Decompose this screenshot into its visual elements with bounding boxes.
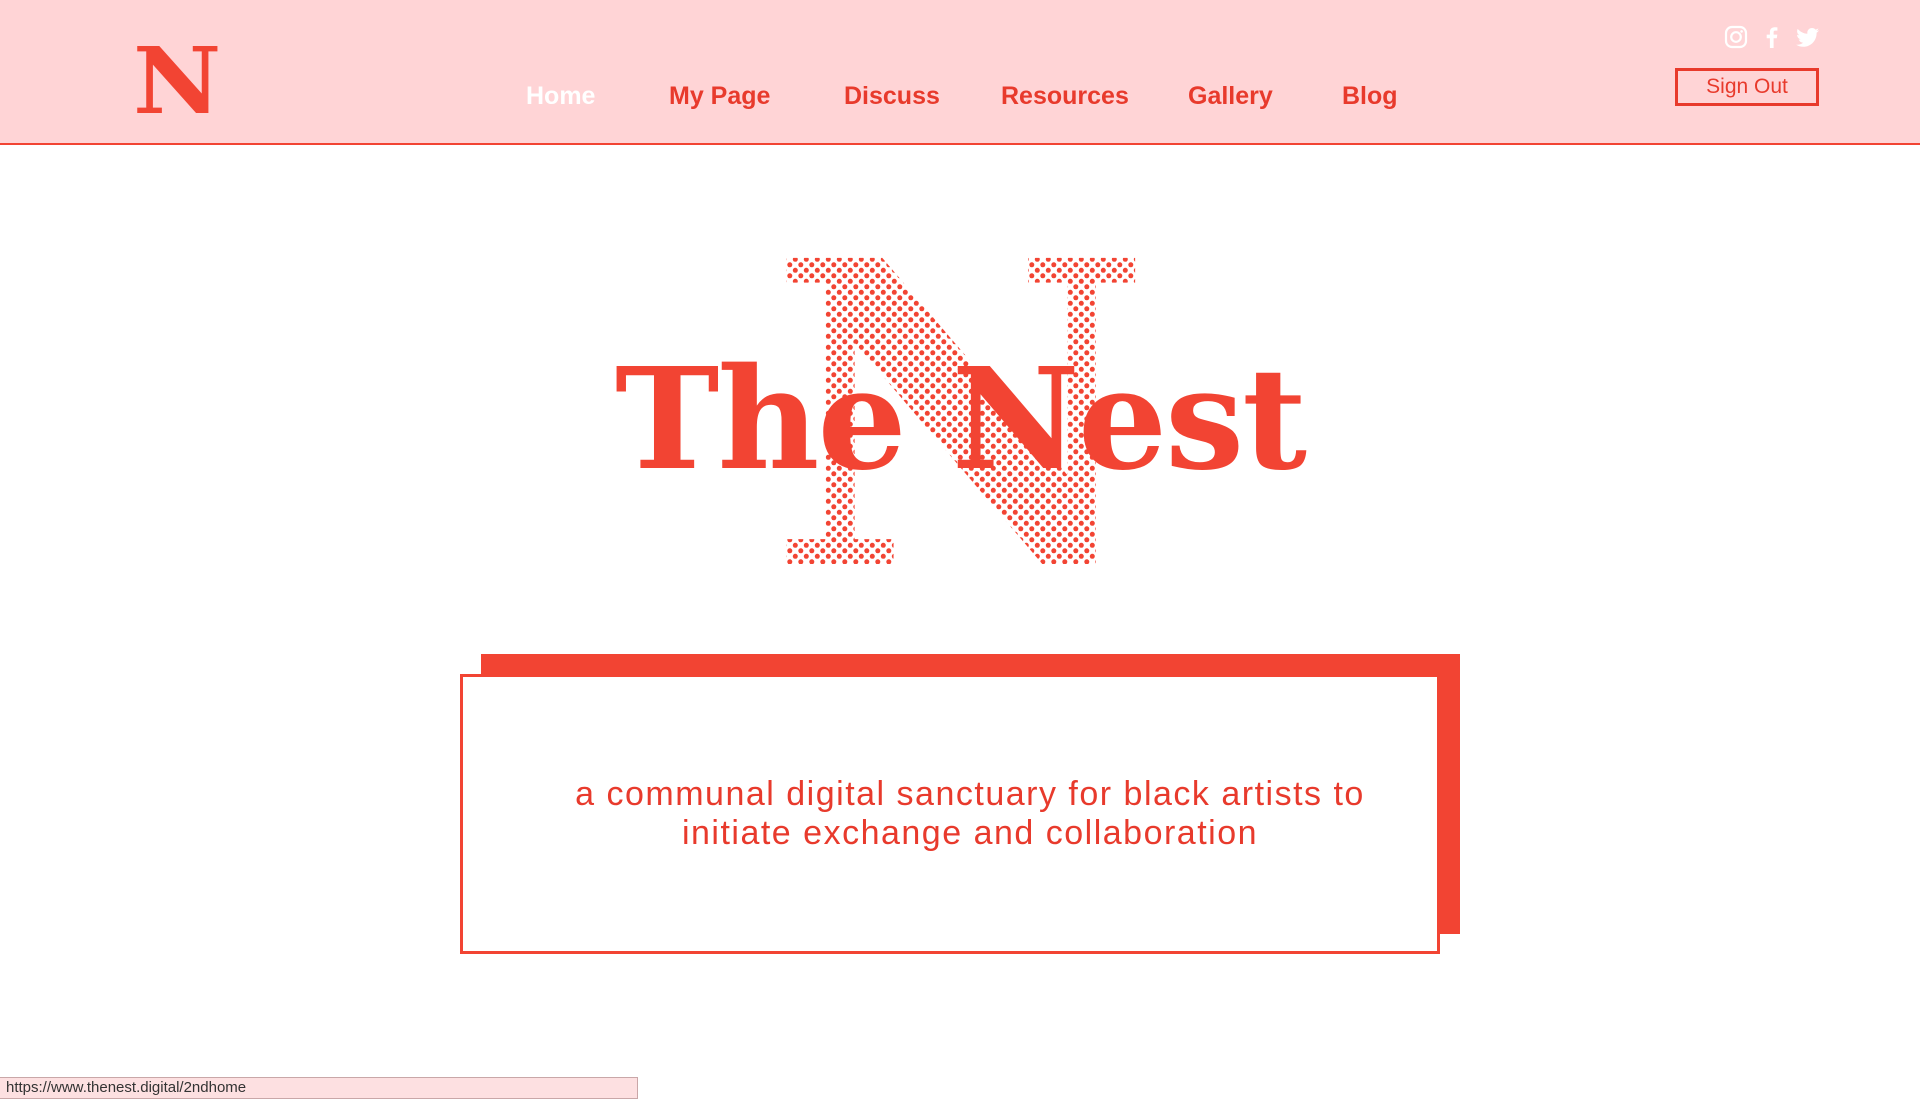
hero-title: The Nest — [615, 338, 1306, 502]
site-header: N Home My Page Discuss Resources Gallery… — [0, 0, 1920, 145]
main-nav: Home My Page Discuss Resources Gallery B… — [0, 82, 1920, 116]
tagline-text: a communal digital sanctuary for black a… — [463, 775, 1437, 853]
nav-item-my-page[interactable]: My Page — [669, 82, 770, 111]
nav-item-home[interactable]: Home — [526, 82, 595, 111]
tagline-line-2: initiate exchange and collaboration — [681, 814, 1259, 852]
nav-item-resources[interactable]: Resources — [1001, 82, 1129, 111]
nav-item-discuss[interactable]: Discuss — [844, 82, 940, 111]
social-links — [1723, 24, 1823, 50]
status-bar-url: https://www.thenest.digital/2ndhome — [0, 1077, 638, 1099]
instagram-icon[interactable] — [1723, 24, 1749, 50]
tagline-line-1: a communal digital sanctuary for black a… — [575, 775, 1365, 813]
sign-out-button[interactable]: Sign Out — [1675, 68, 1819, 106]
twitter-icon[interactable] — [1795, 24, 1821, 50]
tagline-box: a communal digital sanctuary for black a… — [460, 674, 1440, 954]
facebook-icon[interactable] — [1759, 24, 1785, 50]
hero-logo: N The Nest — [600, 240, 1320, 580]
nav-item-gallery[interactable]: Gallery — [1188, 82, 1273, 111]
nav-item-blog[interactable]: Blog — [1342, 82, 1398, 111]
